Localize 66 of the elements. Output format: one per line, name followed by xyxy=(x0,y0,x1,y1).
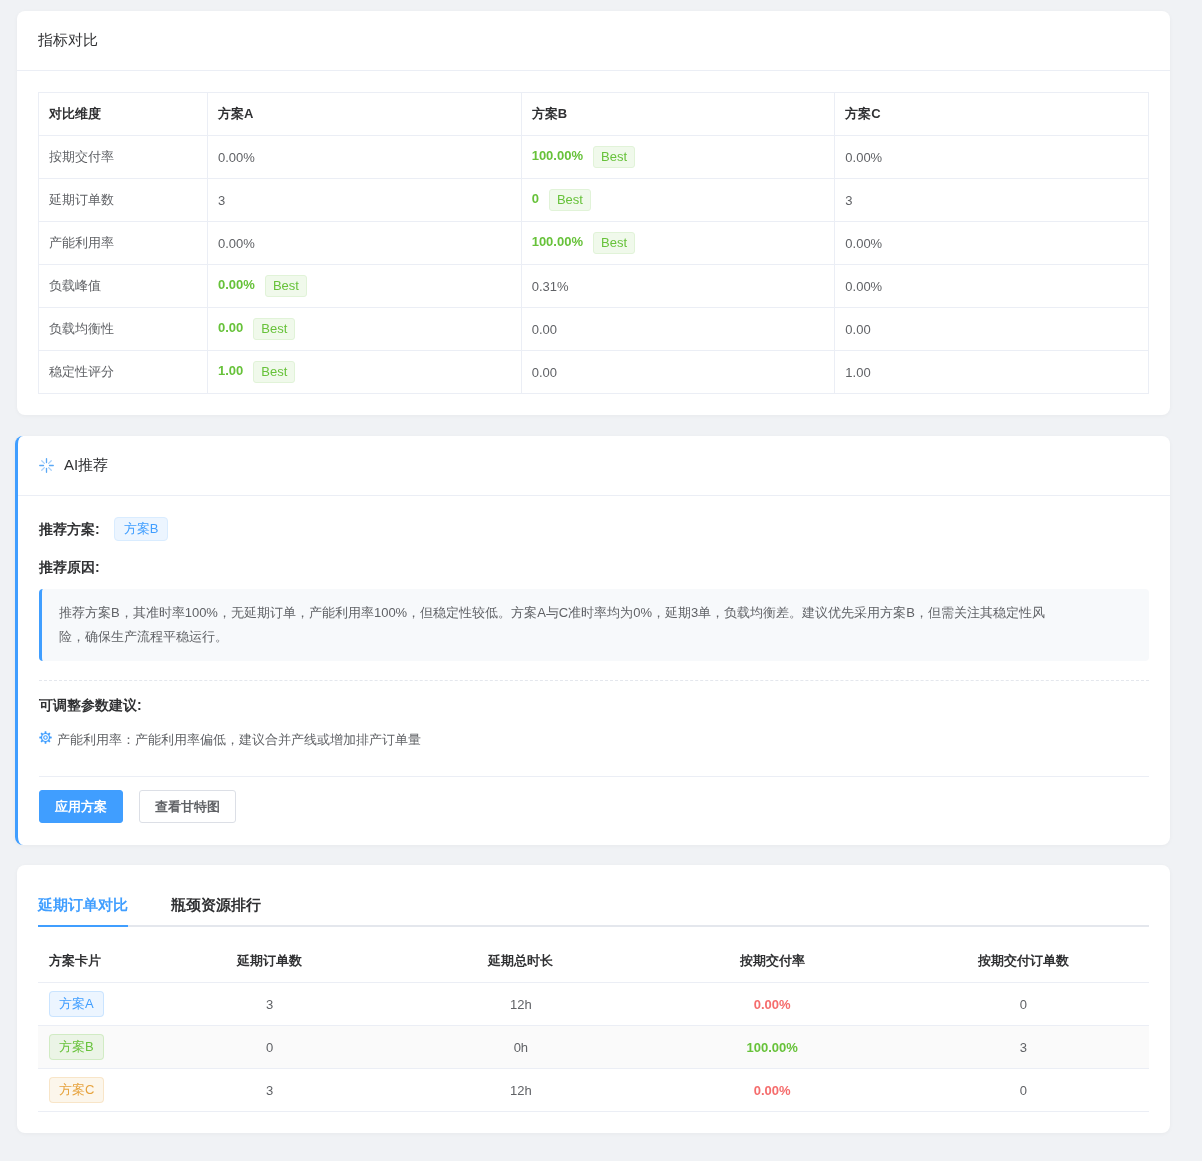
column-header: 方案A xyxy=(218,106,254,121)
cell-value: 100.00% xyxy=(531,234,583,250)
recommended-plan-label: 推荐方案: xyxy=(39,520,100,539)
spinner-icon xyxy=(39,458,54,473)
cell-value: 0.31% xyxy=(531,278,569,294)
table-cell: 0.00% xyxy=(753,1082,791,1098)
table-cell: 0 xyxy=(1019,1082,1027,1098)
best-tag: Best xyxy=(548,189,591,211)
cell-value: 0 xyxy=(531,191,539,207)
card-title: AI推荐 xyxy=(64,456,109,475)
row-label: 负载均衡性 xyxy=(49,321,114,336)
reason-label: 推荐原因: xyxy=(39,559,100,575)
params-label: 可调整参数建议: xyxy=(39,697,142,713)
row-label: 稳定性评分 xyxy=(49,364,114,379)
column-header: 按期交付订单数 xyxy=(977,953,1069,968)
row-label: 产能利用率 xyxy=(49,235,114,250)
cell-value: 0.00 xyxy=(531,321,557,337)
column-header: 方案卡片 xyxy=(49,953,101,968)
plan-tag: 方案A xyxy=(49,991,104,1017)
cell-value: 3 xyxy=(845,192,853,208)
cell-value: 3 xyxy=(218,192,226,208)
table-cell: 3 xyxy=(1019,1039,1027,1055)
column-header: 对比维度 xyxy=(49,106,101,121)
table-cell: 0.00% xyxy=(753,996,791,1012)
row-label: 按期交付率 xyxy=(49,149,114,164)
best-tag: Best xyxy=(253,361,296,383)
table-cell: 3 xyxy=(266,1082,274,1098)
cell-value: 1.00 xyxy=(218,363,244,379)
column-header: 方案B xyxy=(531,106,568,121)
card-title: 指标对比 xyxy=(38,31,98,50)
cell-value: 0.00% xyxy=(845,149,883,165)
cell-value: 0.00 xyxy=(531,364,557,380)
cell-value: 0.00 xyxy=(845,321,871,337)
column-header: 方案C xyxy=(845,106,881,121)
gear-icon xyxy=(39,730,52,744)
table-cell: 0 xyxy=(266,1039,274,1055)
cell-value: 0.00 xyxy=(218,320,244,336)
table-cell: 12h xyxy=(510,1082,532,1098)
cell-value: 1.00 xyxy=(845,364,871,380)
column-header: 延期订单数 xyxy=(237,953,303,968)
row-label: 负载峰值 xyxy=(49,278,101,293)
view-gantt-button[interactable]: 查看甘特图 xyxy=(139,790,236,823)
best-tag: Best xyxy=(593,232,635,254)
cell-value: 0.00% xyxy=(218,277,255,293)
plan-tag: 方案B xyxy=(49,1034,104,1060)
cell-value: 0.00% xyxy=(218,235,255,251)
cell-value: 0.00% xyxy=(845,278,883,294)
reason-quote: 推荐方案B，其准时率100%，无延期订单，产能利用率100%，但稳定性较低。方案A与C准时率均为0%，延期3单，负载均衡差。建议优先采用方案B，但需关注其稳定性风险，确保生产流程平稳运行。 xyxy=(39,589,1149,661)
param-suggestion: 产能利用率：产能利用率偏低，建议合并产线或增加排产订单量 xyxy=(57,731,421,749)
table-cell: 0 xyxy=(1019,996,1027,1012)
plan-tag: 方案C xyxy=(49,1077,105,1103)
cell-value: 100.00% xyxy=(531,148,583,164)
table-cell: 12h xyxy=(510,996,532,1012)
best-tag: Best xyxy=(253,318,296,340)
table-cell: 3 xyxy=(266,996,274,1012)
column-header: 按期交付率 xyxy=(739,953,805,968)
cell-value: 0.00% xyxy=(218,149,255,165)
table-cell: 100.00% xyxy=(746,1039,798,1055)
column-header: 延期总时长 xyxy=(488,953,554,968)
tab[interactable]: 瓶颈资源排行 xyxy=(171,885,261,927)
table-cell: 0h xyxy=(513,1039,529,1055)
best-tag: Best xyxy=(264,275,307,297)
row-label: 延期订单数 xyxy=(49,192,114,207)
best-tag: Best xyxy=(593,146,635,168)
plan-tag: 方案B xyxy=(113,517,169,541)
cell-value: 0.00% xyxy=(845,235,883,251)
